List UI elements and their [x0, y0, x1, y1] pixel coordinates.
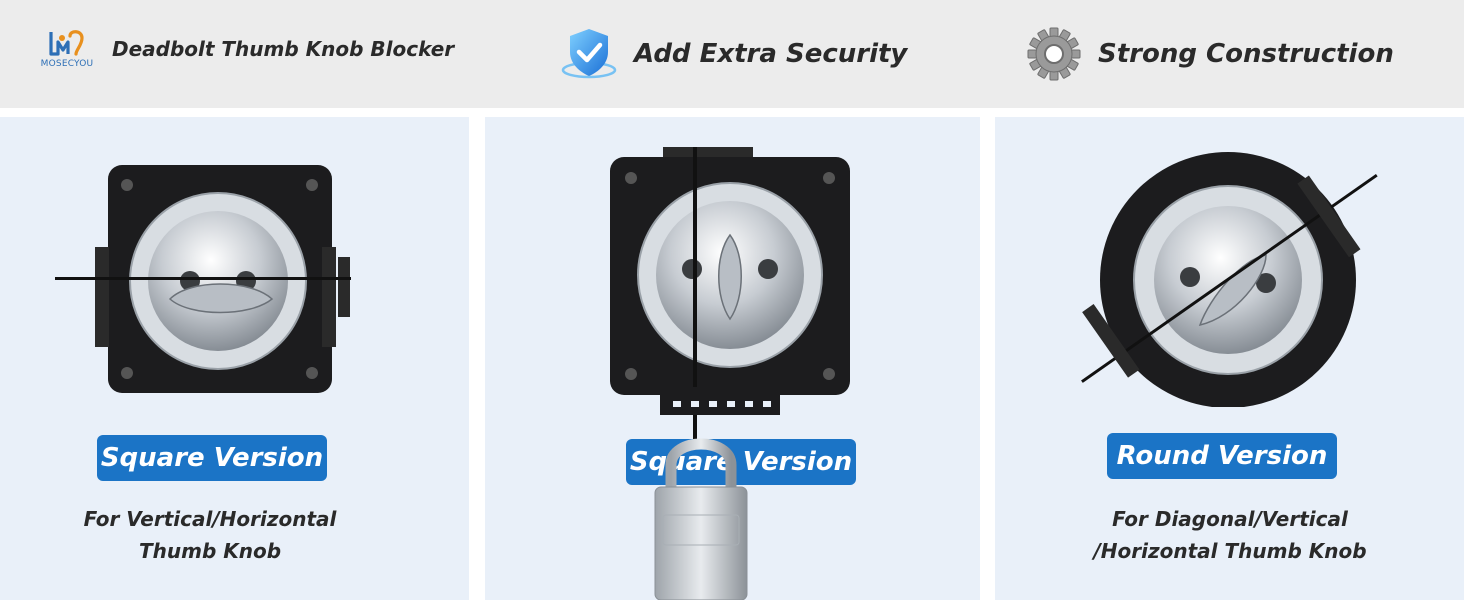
padlock-blocker-image — [610, 147, 850, 600]
feature-label: Deadbolt Thumb Knob Blocker — [112, 36, 455, 61]
version-badge: Square Version — [97, 435, 327, 481]
product-panel-square-padlock: Square Version — [485, 117, 980, 600]
description-line: Thumb Knob — [138, 539, 282, 563]
feature-label: Strong Construction — [1098, 39, 1394, 69]
mosecyou-logo-icon — [49, 30, 84, 56]
feature-header-bar: MOSECYOU Deadbolt Thumb Knob Blocker Add… — [0, 0, 1464, 108]
square-blocker-image — [55, 165, 351, 393]
feature-label: Add Extra Security — [634, 39, 908, 69]
description-line: For Diagonal/Vertical — [1112, 507, 1348, 531]
description-line: /Horizontal Thumb Knob — [1093, 539, 1367, 563]
version-description: For Vertical/Horizontal Thumb Knob — [60, 503, 360, 567]
feature-thumb-knob-blocker: MOSECYOU Deadbolt Thumb Knob Blocker — [40, 28, 454, 69]
brand-logo: MOSECYOU — [40, 28, 94, 69]
version-badge: Round Version — [1107, 433, 1337, 479]
round-blocker-image — [1081, 152, 1378, 407]
description-line: For Vertical/Horizontal — [83, 507, 337, 531]
feature-extra-security: Add Extra Security — [558, 26, 907, 82]
gear-icon — [1027, 27, 1081, 81]
feature-strong-construction: Strong Construction — [1026, 26, 1394, 82]
brand-name: MOSECYOU — [40, 59, 94, 69]
version-description: For Diagonal/Vertical /Horizontal Thumb … — [1055, 503, 1405, 567]
shield-check-icon — [561, 29, 617, 79]
product-panel-round: Round Version For Diagonal/Vertical /Hor… — [995, 117, 1464, 600]
product-panel-square: Square Version For Vertical/Horizontal T… — [0, 117, 469, 600]
